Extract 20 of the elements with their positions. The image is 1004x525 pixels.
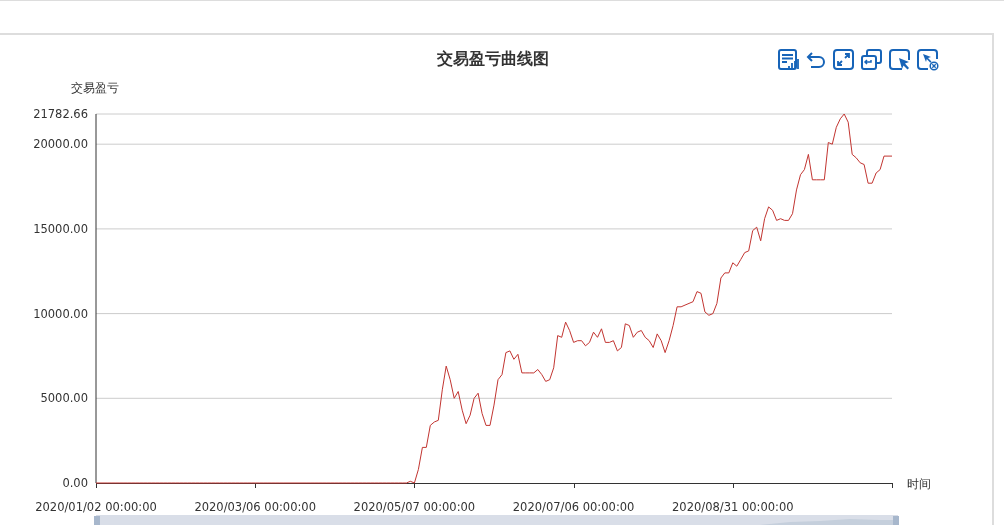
stacked-windows-icon[interactable] xyxy=(860,48,883,71)
chart-title: 交易盈亏曲线图 xyxy=(437,49,549,68)
axis-label: 2020/03/06 00:00:00 xyxy=(194,500,316,514)
axis-label: 2020/01/02 00:00:00 xyxy=(35,500,157,514)
data-view-icon[interactable] xyxy=(776,48,799,71)
fullscreen-icon[interactable] xyxy=(832,48,855,71)
axis-title: 交易盈亏 xyxy=(71,81,119,95)
axis-title: 时间 xyxy=(907,477,931,491)
axis-label: 10000.00 xyxy=(33,306,88,321)
axis-label: 2020/05/07 00:00:00 xyxy=(353,500,476,514)
axis-label: 2020/07/06 00:00:00 xyxy=(512,500,635,514)
axis-label: 15000.00 xyxy=(33,221,88,236)
axis-label: 21782.66 xyxy=(33,107,88,121)
pointer-clear-icon[interactable] xyxy=(916,48,939,71)
pointer-icon[interactable] xyxy=(888,48,911,71)
axis-label: 20000.00 xyxy=(33,137,88,152)
axis-label: 2020/08/31 00:00:00 xyxy=(672,500,794,514)
zoom-slider[interactable] xyxy=(94,515,899,525)
axis-label: 0.00 xyxy=(62,476,88,490)
axis-label: 5000.00 xyxy=(40,391,88,406)
